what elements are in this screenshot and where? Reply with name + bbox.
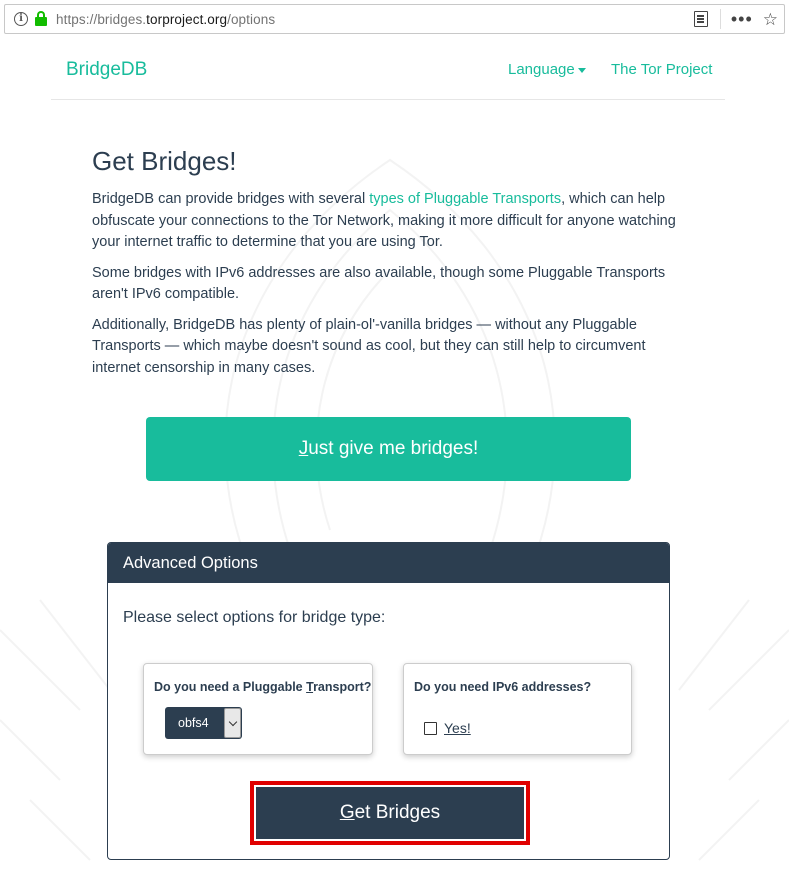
pluggable-transport-card: Do you need a Pluggable Transport? obfs4	[143, 663, 373, 755]
panel-subheading: Please select options for bridge type:	[123, 609, 386, 626]
get-bridges-button[interactable]: Get Bridges	[256, 787, 524, 839]
url-text[interactable]: https://bridges.torproject.org/options	[56, 12, 275, 27]
address-bar[interactable]: i https://bridges.torproject.org/options…	[4, 4, 785, 34]
intro-paragraph-1: BridgeDB can provide bridges with severa…	[92, 191, 676, 250]
get-bridges-highlight: Get Bridges	[250, 781, 530, 845]
pluggable-transport-question: Do you need a Pluggable Transport?	[154, 680, 372, 694]
reader-view-icon[interactable]	[693, 11, 708, 27]
panel-heading: Advanced Options	[108, 543, 669, 583]
advanced-options-panel: Advanced Options Please select options f…	[107, 542, 670, 860]
language-dropdown[interactable]: Language	[508, 61, 586, 78]
bookmark-star-icon[interactable]: ☆	[763, 11, 778, 28]
just-give-me-bridges-button[interactable]: Just give me bridges!	[146, 417, 631, 481]
tor-project-link[interactable]: The Tor Project	[611, 61, 712, 78]
ipv6-option[interactable]: Yes!	[424, 720, 471, 736]
top-navbar: BridgeDB Language The Tor Project	[51, 40, 725, 100]
lock-icon[interactable]	[34, 11, 48, 27]
transport-select[interactable]: obfs4	[165, 707, 242, 739]
intro-paragraph-2: Some bridges with IPv6 addresses are als…	[92, 264, 666, 303]
pluggable-transports-link[interactable]: types of Pluggable Transports	[369, 191, 561, 207]
brand-link[interactable]: BridgeDB	[66, 59, 147, 81]
more-actions-icon[interactable]: •••	[731, 10, 753, 28]
intro-section: Get Bridges! BridgeDB can provide bridge…	[92, 146, 682, 388]
caret-down-icon	[577, 67, 586, 73]
info-icon[interactable]: i	[14, 12, 28, 26]
intro-paragraph-3: Additionally, BridgeDB has plenty of pla…	[92, 316, 646, 376]
chevron-down-icon[interactable]	[224, 708, 241, 738]
ipv6-card: Do you need IPv6 addresses? Yes!	[403, 663, 632, 755]
ipv6-question: Do you need IPv6 addresses?	[414, 680, 592, 694]
ipv6-checkbox-label[interactable]: Yes!	[444, 720, 471, 736]
url-divider	[719, 9, 721, 29]
ipv6-checkbox[interactable]	[424, 721, 437, 735]
page-title: Get Bridges!	[92, 146, 237, 176]
